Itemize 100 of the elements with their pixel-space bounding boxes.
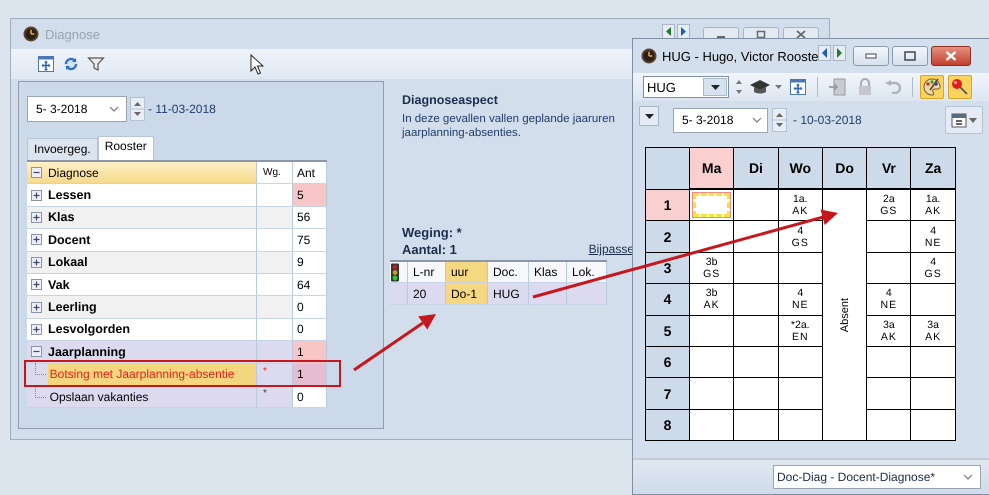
timetable-cell[interactable]: 3a AK [911,316,956,347]
timetable-cell[interactable]: 1a. AK [911,190,956,222]
calendar-button[interactable] [945,106,983,134]
expand-icon[interactable] [31,279,42,290]
tree-item[interactable]: Jaarplanning [27,341,257,363]
next-icon[interactable] [832,45,846,61]
period-header[interactable]: 2 [646,221,690,253]
column-header[interactable]: Ant [293,162,327,184]
chevron-icon[interactable] [751,116,763,124]
timetable-cell[interactable] [778,346,823,378]
timetable-cell[interactable] [778,410,823,442]
timetable-cell[interactable] [867,346,912,378]
maximize-button[interactable] [892,46,928,66]
day-header[interactable]: Di [734,148,779,190]
timetable-cell[interactable] [690,378,734,410]
view-dropdown[interactable]: Doc-Diag - Docent-Diagnose* [773,465,981,489]
timetable-cell[interactable]: 4 GS [911,252,956,284]
adjust-link[interactable]: Bijpasse [588,241,634,258]
tab[interactable]: Rooster [98,136,154,160]
period-header[interactable]: 5 [646,316,690,347]
previous-icon[interactable] [662,24,675,39]
spin-button[interactable] [130,97,145,121]
expand-icon[interactable] [31,234,42,246]
close-button[interactable] [930,46,971,66]
collapse-icon[interactable] [31,167,42,178]
pin-button[interactable] [948,75,972,99]
date-dropdown[interactable]: 5- 3-2018 [673,108,768,132]
timetable-cell[interactable]: *2a. EN [778,316,823,347]
timetable-cell[interactable] [867,221,912,253]
timetable-cell[interactable] [734,190,779,222]
period-header[interactable]: 8 [646,410,690,442]
column-header[interactable]: uur [446,262,488,283]
timetable-cell[interactable]: 4 NE [867,284,912,316]
timetable-cell[interactable] [690,316,734,347]
timetable-cell[interactable] [867,378,912,410]
timetable-cell[interactable] [911,346,956,378]
day-header[interactable]: Wo [778,148,823,190]
tree-item[interactable]: Docent [27,229,257,251]
timetable-cell[interactable]: 3b AK [690,284,734,316]
timetable-cell[interactable]: 3b GS [690,252,734,284]
timetable-cell[interactable] [867,410,912,442]
timetable-cell[interactable] [690,221,734,253]
teacher-dropdown[interactable]: HUG [643,76,729,98]
date-dropdown[interactable]: 5- 3-2018 [27,96,127,122]
day-header[interactable]: Do [822,148,868,190]
timetable-cell[interactable] [734,316,779,347]
collapse-icon[interactable] [31,346,42,358]
minimize-button[interactable] [703,27,739,38]
timetable-cell[interactable]: 3a AK [867,316,912,347]
timetable-cell[interactable] [734,252,779,284]
tree-item[interactable]: Lokaal [27,252,257,273]
chevron-icon[interactable] [962,473,974,481]
timetable-cell[interactable] [690,346,734,378]
timetable-cell[interactable]: 4 NE [778,284,823,316]
move-grid-icon[interactable] [37,55,55,73]
dropdown-button[interactable] [639,106,659,126]
expand-icon[interactable] [31,256,42,268]
timetable-cell[interactable] [734,284,779,316]
timetable-cell[interactable]: 2a GS [867,190,912,222]
tree-item[interactable]: Klas [27,206,257,228]
period-header[interactable]: 6 [646,346,690,378]
day-header[interactable]: Ma [690,148,734,190]
tree-item[interactable]: Opslaan vakanties [48,386,256,408]
timetable-cell[interactable] [690,410,734,442]
expand-icon[interactable] [31,324,42,335]
timetable-cell[interactable] [778,252,823,284]
period-header[interactable]: 7 [646,378,690,410]
tab[interactable]: Invoergeg. [27,138,98,160]
timetable-cell[interactable] [734,410,779,442]
period-header[interactable]: 4 [646,284,690,316]
palette-button[interactable] [920,75,944,99]
next-icon[interactable] [677,24,690,39]
caret-icon[interactable] [775,85,782,89]
spin-button[interactable] [772,108,787,132]
timetable-cell[interactable] [911,284,956,316]
filter-icon[interactable] [87,55,105,73]
timetable-cell[interactable] [734,221,779,253]
timetable-cell[interactable] [734,346,779,378]
tree-item[interactable]: Vak [27,274,257,296]
timetable-cell[interactable] [867,252,912,284]
expand-icon[interactable] [31,190,42,201]
maximize-button[interactable] [743,27,779,38]
tree-item[interactable]: Leerling [27,296,257,318]
close-button[interactable] [783,27,819,38]
timetable-cell[interactable] [911,378,956,410]
timetable-cell[interactable]: 4 GS [778,221,823,253]
timetable-cell[interactable] [911,410,956,442]
day-header[interactable]: Vr [867,148,912,190]
timetable-cell[interactable]: 1a. AK [778,190,823,222]
column-header[interactable]: Klas [529,262,567,283]
column-header[interactable]: L-nr [408,262,446,283]
day-header[interactable]: Za [911,148,956,190]
tree-item[interactable]: Lessen [27,184,257,206]
period-header[interactable]: 1 [646,190,690,222]
minimize-button[interactable] [852,46,889,66]
expand-icon[interactable] [31,302,42,313]
mortarboard-icon[interactable] [749,79,771,95]
tree-item[interactable]: Lesvolgorden [27,318,257,340]
expand-icon[interactable] [31,212,42,223]
timetable-cell[interactable]: 4 NE [911,221,956,253]
